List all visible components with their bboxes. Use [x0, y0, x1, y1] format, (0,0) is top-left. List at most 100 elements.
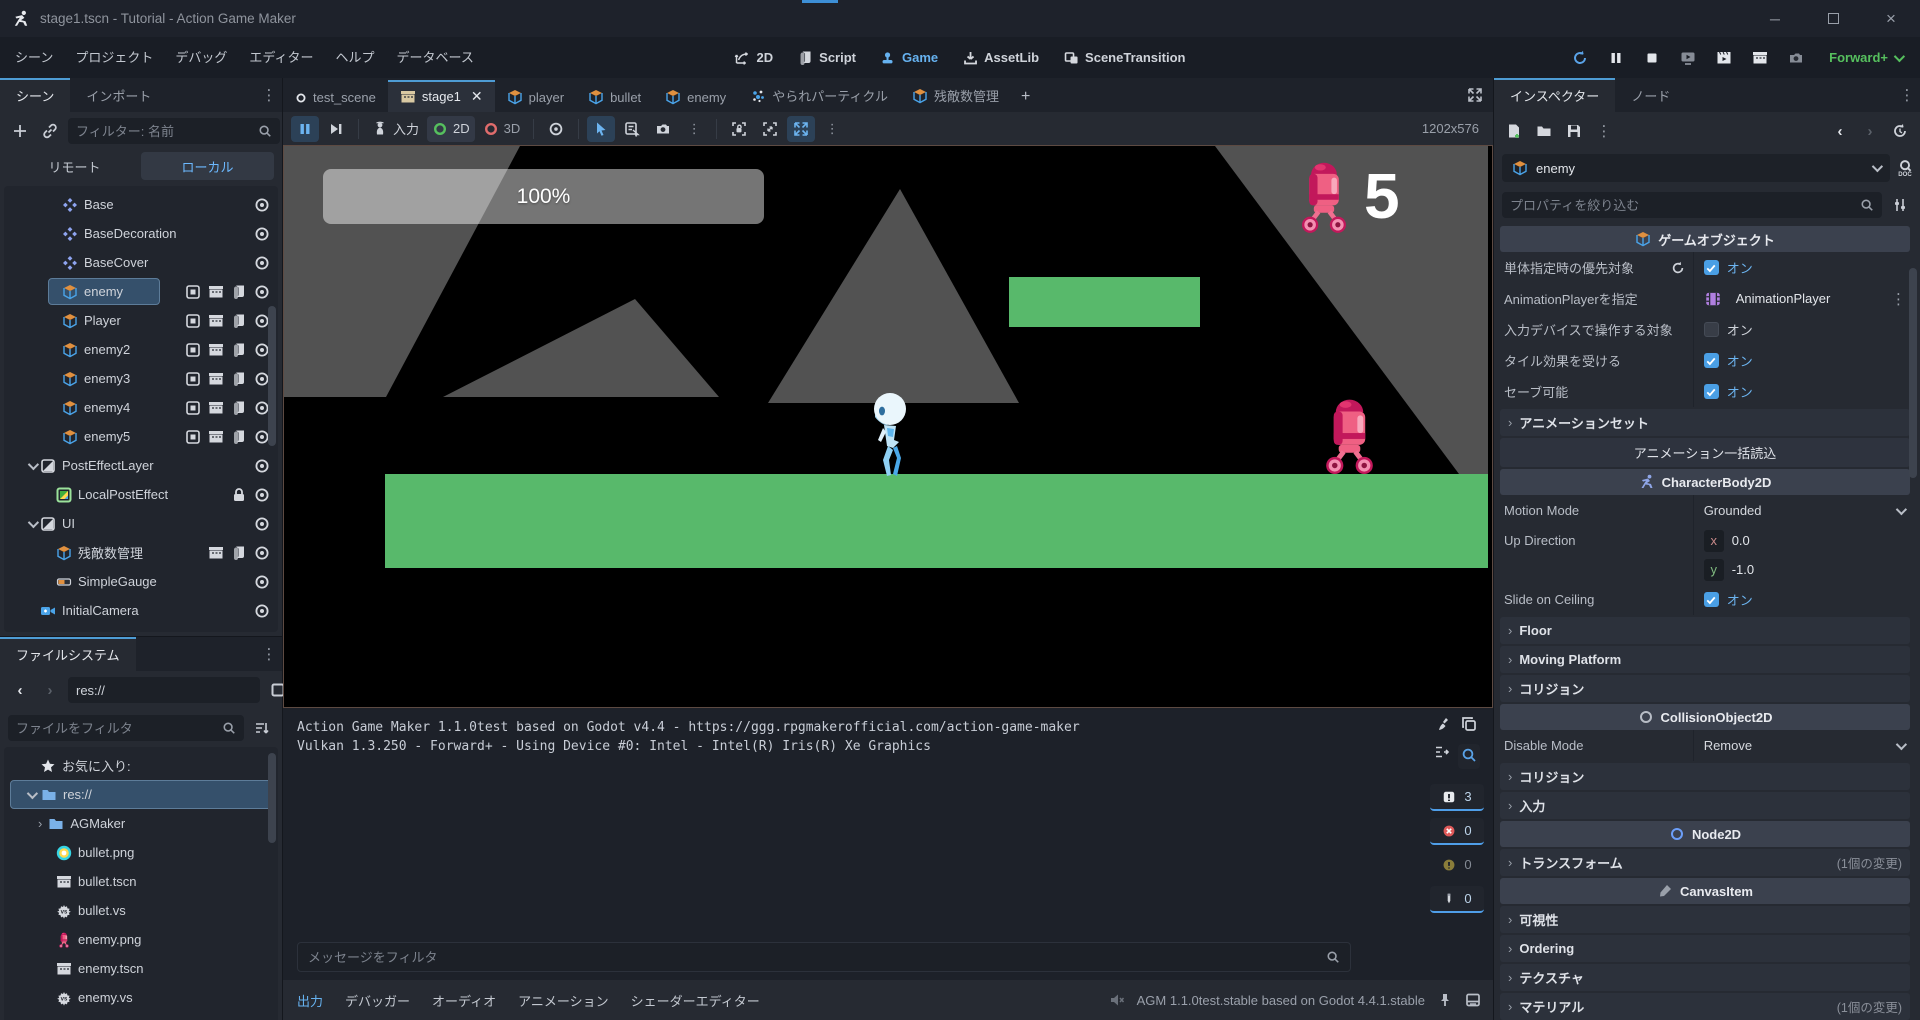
lock-frame-button[interactable] [725, 116, 753, 142]
scene-node-enemy-count-ui[interactable]: 残敵数管理 [4, 538, 278, 567]
load-resource-button[interactable] [1532, 119, 1556, 143]
local-button[interactable]: ローカル [141, 152, 274, 180]
scene-dock-menu-icon[interactable]: ⋮ [258, 86, 280, 104]
close-tab-icon[interactable]: ✕ [471, 88, 483, 105]
camera-select-button[interactable] [649, 116, 677, 142]
open-scene-icon[interactable] [208, 545, 224, 561]
scene-node-localposteffect[interactable]: LocalPostEffect [4, 480, 278, 509]
output-search-button[interactable] [1458, 744, 1480, 769]
open-scene-icon[interactable] [208, 371, 224, 387]
scene-tab-enemy[interactable]: enemy [653, 81, 738, 112]
visibility-eye-icon[interactable] [254, 487, 270, 503]
checkbox-checked[interactable] [1704, 384, 1719, 399]
pause-game-button[interactable] [291, 116, 319, 142]
movie-maker-button[interactable] [1779, 43, 1813, 73]
visibility-eye-icon[interactable] [254, 545, 270, 561]
category-transform[interactable]: ›トランスフォーム(1個の変更) [1500, 849, 1910, 876]
category-material[interactable]: ›マテリアル(1個の変更) [1500, 993, 1910, 1020]
file-filter-input[interactable] [16, 721, 216, 736]
collapse-duplicates-button[interactable] [1434, 744, 1450, 769]
category-animation-set[interactable]: ›アニメーションセット [1500, 409, 1910, 436]
visibility-eye-icon[interactable] [254, 197, 270, 213]
script-icon[interactable] [231, 313, 247, 329]
visibility-eye-icon[interactable] [254, 603, 270, 619]
section-characterbody2d[interactable]: CharacterBody2D [1500, 469, 1910, 495]
editable-children-icon[interactable] [185, 284, 201, 300]
property-filter-input[interactable] [1510, 198, 1854, 213]
batch-load-animations-button[interactable]: アニメーション一括読込 [1500, 438, 1910, 467]
add-scene-tab-button[interactable]: + [1011, 82, 1040, 112]
bottom-tab-debugger[interactable]: デバッガー [345, 991, 410, 1010]
property-filter-field[interactable] [1502, 192, 1882, 218]
tab-inspector[interactable]: インスペクター [1494, 78, 1615, 112]
file-row-partial[interactable] [4, 1012, 278, 1020]
inspector-scrollbar[interactable] [1909, 268, 1917, 478]
visibility-eye-icon[interactable] [254, 458, 270, 474]
visibility-eye-icon[interactable] [254, 284, 270, 300]
edit-count[interactable]: 0 [1430, 886, 1484, 913]
game-viewport[interactable]: 100% 5 [283, 145, 1493, 708]
view-3d-button[interactable]: 3D [478, 116, 526, 142]
file-filter-field[interactable] [8, 715, 244, 741]
editable-children-icon[interactable] [185, 400, 201, 416]
category-texture[interactable]: ›テクスチャ [1500, 964, 1910, 991]
history-button[interactable] [1888, 119, 1912, 143]
scene-tab-enemy-count[interactable]: 残敵数管理 [900, 78, 1011, 112]
instance-scene-button[interactable] [38, 119, 62, 143]
scene-node-ui[interactable]: UI [4, 509, 278, 538]
input-mode-button[interactable]: 入力 [367, 116, 424, 142]
category-collision2[interactable]: ›コリジョン [1500, 763, 1910, 790]
file-row-enemy-tscn[interactable]: enemy.tscn [4, 954, 278, 983]
menu-help[interactable]: ヘルプ [324, 37, 385, 78]
open-scene-icon[interactable] [208, 429, 224, 445]
file-row-res-root[interactable]: res:// [10, 780, 272, 809]
checkbox-checked[interactable] [1704, 353, 1719, 368]
next-frame-button[interactable] [322, 116, 350, 142]
scene-tab-player[interactable]: player [495, 81, 576, 112]
edited-object-selector[interactable]: enemy [1502, 154, 1890, 182]
sort-files-icon[interactable] [250, 716, 274, 740]
filesystem-menu-icon[interactable]: ⋮ [258, 645, 280, 663]
bottom-tab-audio[interactable]: オーディオ [432, 991, 496, 1010]
bottom-tab-shader-editor[interactable]: シェーダーエディター [631, 991, 760, 1010]
open-scene-icon[interactable] [208, 313, 224, 329]
warning-count[interactable]: 0 [1430, 852, 1484, 879]
open-docs-icon[interactable] [1896, 159, 1914, 177]
inspector-menu-icon[interactable]: ⋮ [1896, 86, 1918, 104]
message-filter-field[interactable] [297, 942, 1351, 972]
bottom-tab-output[interactable]: 出力 [297, 991, 323, 1010]
select-list-button[interactable] [618, 116, 646, 142]
message-count-all[interactable]: 3 [1430, 784, 1484, 811]
checkbox-checked[interactable] [1704, 592, 1719, 607]
category-moving-platform[interactable]: ›Moving Platform [1500, 646, 1910, 673]
play-movie-button[interactable] [1707, 43, 1741, 73]
path-field[interactable] [68, 677, 260, 703]
tab-import[interactable]: インポート [70, 78, 167, 112]
remote-button[interactable]: リモート [8, 152, 141, 180]
copy-output-button[interactable] [1461, 716, 1477, 735]
select-mode-button[interactable] [587, 116, 615, 142]
animationplayer-value[interactable]: AnimationPlayer [1730, 291, 1883, 306]
file-row-bullet-png[interactable]: bullet.png [4, 838, 278, 867]
visibility-eye-icon[interactable] [254, 574, 270, 590]
menu-debug[interactable]: デバッグ [164, 37, 238, 78]
frame-region-button[interactable] [756, 116, 784, 142]
category-floor[interactable]: ›Floor [1500, 617, 1910, 644]
resource-menu-icon[interactable]: ⋮ [1592, 119, 1616, 143]
collapse-chevron-icon[interactable] [28, 458, 39, 469]
scene-node-player[interactable]: Player [4, 306, 278, 335]
section-collisionobject2d[interactable]: CollisionObject2D [1500, 704, 1910, 730]
nav-forward-button[interactable]: › [38, 678, 62, 702]
file-row-enemy-png[interactable]: enemy.png [4, 925, 278, 954]
script-icon[interactable] [231, 545, 247, 561]
bottom-tab-animation[interactable]: アニメーション [518, 991, 608, 1010]
open-scene-icon[interactable] [208, 284, 224, 300]
scene-node-base[interactable]: Base [4, 190, 278, 219]
scene-tree-scrollbar[interactable] [268, 306, 276, 446]
add-node-button[interactable] [8, 119, 32, 143]
expand-bottom-panel-icon[interactable] [1465, 992, 1481, 1008]
close-button[interactable]: × [1862, 0, 1920, 37]
section-gameobject[interactable]: ゲームオブジェクト [1500, 226, 1910, 252]
history-forward-button[interactable]: › [1858, 119, 1882, 143]
editable-children-icon[interactable] [185, 313, 201, 329]
